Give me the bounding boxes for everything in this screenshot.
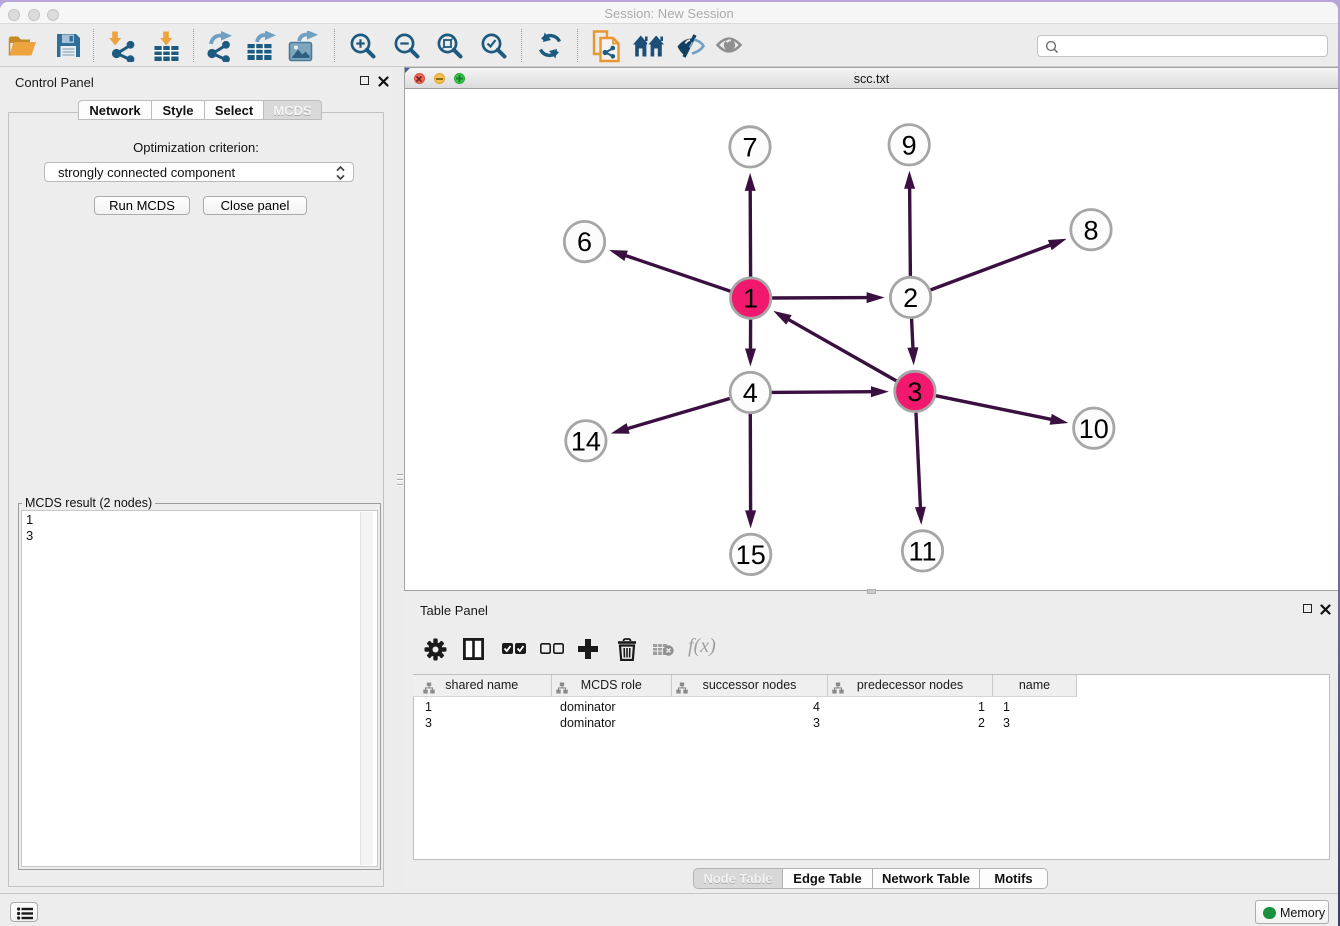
svg-text:8: 8	[1083, 215, 1098, 245]
svg-text:10: 10	[1079, 414, 1109, 444]
svg-text:7: 7	[742, 133, 757, 163]
svg-text:4: 4	[743, 378, 758, 408]
svg-text:15: 15	[736, 540, 766, 570]
svg-text:14: 14	[571, 426, 601, 456]
svg-text:9: 9	[902, 130, 917, 160]
svg-text:6: 6	[577, 227, 592, 257]
svg-text:2: 2	[903, 283, 918, 313]
svg-text:11: 11	[908, 537, 936, 567]
svg-text:3: 3	[907, 377, 922, 407]
svg-text:1: 1	[743, 284, 758, 314]
